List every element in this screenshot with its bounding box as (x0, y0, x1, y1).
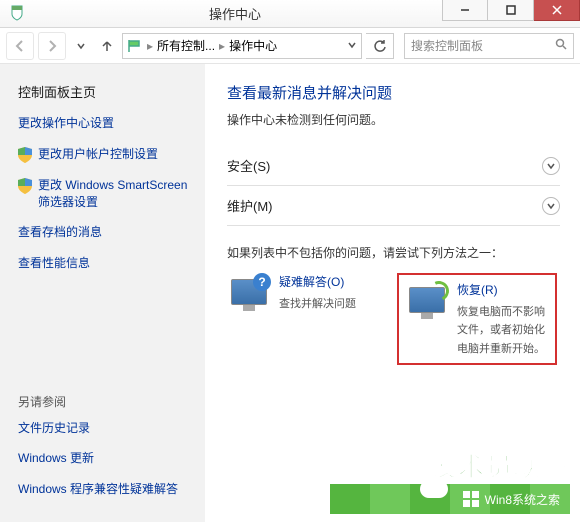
window-buttons (442, 0, 580, 27)
link-label: Windows 更新 (18, 450, 94, 467)
close-button[interactable] (534, 0, 580, 21)
link-label: 查看存档的消息 (18, 224, 102, 241)
minimize-button[interactable] (442, 0, 488, 21)
monitor-recovery-icon (405, 281, 449, 325)
maximize-button[interactable] (488, 0, 534, 21)
sidebar-link[interactable]: 查看存档的消息 (18, 224, 191, 241)
main-heading: 查看最新消息并解决问题 (227, 82, 560, 103)
hint-text: 如果列表中不包括你的问题，请尝试下列方法之一： (227, 244, 560, 261)
section-security[interactable]: 安全(S) (227, 146, 560, 186)
shield-icon (18, 178, 32, 194)
sidebar-link[interactable]: 更改 Windows SmartScreen 筛选器设置 (18, 177, 191, 211)
navbar: ▸ 所有控制... ▸ 操作中心 搜索控制面板 (0, 28, 580, 64)
card-recovery[interactable]: 恢复(R) 恢复电脑而不影响文件，或者初始化电脑并重新开始。 (397, 273, 557, 365)
monitor-question-icon: ? (227, 273, 271, 317)
card-troubleshoot[interactable]: ? 疑难解答(O) 查找并解决问题 (227, 273, 377, 365)
link-label: 更改操作中心设置 (18, 115, 114, 132)
see-also-link[interactable]: Windows 程序兼容性疑难解答 (18, 481, 191, 498)
card-desc: 恢复电脑而不影响文件，或者初始化电脑并重新开始。 (457, 306, 545, 355)
breadcrumb-dropdown-icon[interactable] (347, 39, 357, 53)
history-dropdown-button[interactable] (70, 32, 92, 60)
forward-button[interactable] (38, 32, 66, 60)
card-link[interactable]: 恢复(R) (457, 281, 549, 298)
refresh-button[interactable] (366, 33, 394, 59)
app-icon (8, 4, 28, 24)
breadcrumb-item[interactable]: 操作中心 (229, 37, 277, 54)
main-panel: 查看最新消息并解决问题 操作中心未检测到任何问题。 安全(S) 维护(M) 如果… (205, 64, 580, 522)
sidebar-header[interactable]: 控制面板主页 (18, 82, 191, 101)
up-button[interactable] (96, 32, 118, 60)
link-label: Windows 程序兼容性疑难解答 (18, 481, 178, 498)
titlebar: 操作中心 (0, 0, 580, 28)
search-input[interactable]: 搜索控制面板 (404, 33, 574, 59)
back-button[interactable] (6, 32, 34, 60)
see-also-link[interactable]: Windows 更新 (18, 450, 191, 467)
chevron-down-icon (542, 157, 560, 175)
sidebar-link[interactable]: 更改用户帐户控制设置 (18, 146, 191, 163)
section-label: 维护(M) (227, 196, 273, 215)
breadcrumb-item[interactable]: 所有控制... (157, 37, 215, 54)
see-also-link[interactable]: 文件历史记录 (18, 420, 191, 437)
sidebar-link[interactable]: 查看性能信息 (18, 255, 191, 272)
card-link[interactable]: 疑难解答(O) (279, 273, 356, 290)
sidebar: 控制面板主页 更改操作中心设置 更改用户帐户控制设置 更改 Windows Sm… (0, 64, 205, 522)
section-maintenance[interactable]: 维护(M) (227, 186, 560, 226)
breadcrumb-sep-icon: ▸ (219, 39, 225, 53)
link-label: 更改用户帐户控制设置 (38, 146, 158, 163)
search-icon (555, 38, 567, 53)
section-label: 安全(S) (227, 156, 270, 175)
main-sub: 操作中心未检测到任何问题。 (227, 111, 560, 128)
cards: ? 疑难解答(O) 查找并解决问题 恢复(R) 恢复电脑而不影响文件，或者初始化… (227, 273, 560, 365)
see-also-header: 另请参阅 (18, 393, 191, 410)
chevron-down-icon (542, 197, 560, 215)
sidebar-link[interactable]: 更改操作中心设置 (18, 115, 191, 132)
link-label: 文件历史记录 (18, 420, 90, 437)
link-label: 更改 Windows SmartScreen 筛选器设置 (38, 177, 191, 211)
shield-icon (18, 147, 32, 163)
body: 控制面板主页 更改操作中心设置 更改用户帐户控制设置 更改 Windows Sm… (0, 64, 580, 522)
breadcrumb-sep-icon: ▸ (147, 39, 153, 53)
flag-icon (127, 38, 143, 54)
link-label: 查看性能信息 (18, 255, 90, 272)
window-title: 操作中心 (28, 4, 442, 23)
breadcrumb[interactable]: ▸ 所有控制... ▸ 操作中心 (122, 33, 362, 59)
card-desc: 查找并解决问题 (279, 298, 356, 310)
search-placeholder: 搜索控制面板 (411, 37, 483, 54)
